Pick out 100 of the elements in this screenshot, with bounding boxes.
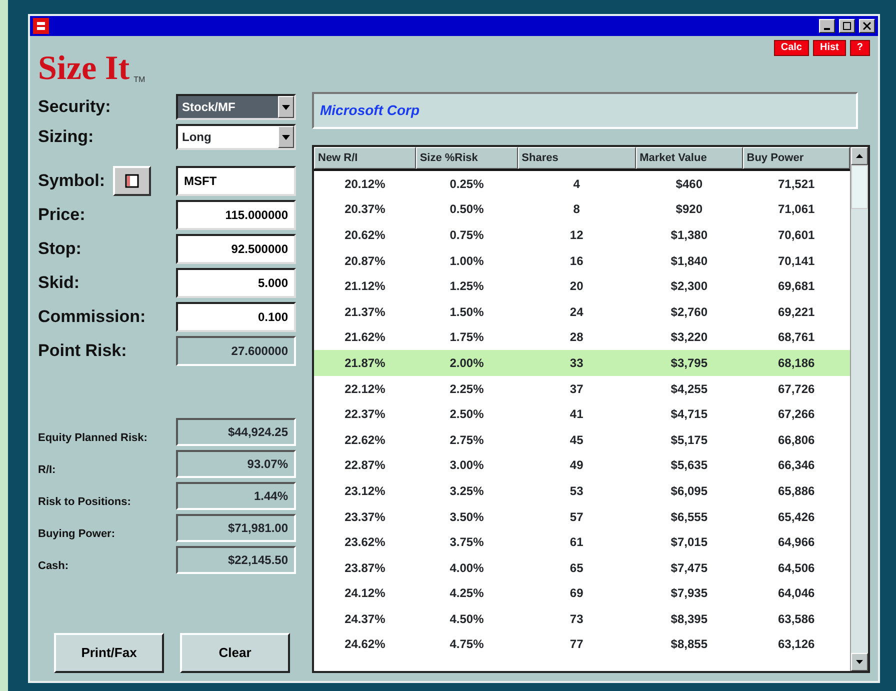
table-row[interactable]: 24.12% 4.25% 69 $7,935 64,046 [314, 580, 850, 606]
table-cell-text: 16 [568, 252, 584, 270]
table-cell-text: 37 [568, 380, 584, 398]
toolbar-button[interactable]: Calc [774, 40, 809, 56]
table-row[interactable]: 22.37% 2.50% 41 $4,715 67,266 [314, 401, 850, 427]
table-cell-text: 67,266 [776, 406, 816, 424]
table-cell-text: 2.25% [448, 380, 485, 398]
table-cell-text: 4 [572, 176, 581, 193]
table-cell-text: 68,186 [776, 354, 816, 372]
input-field[interactable]: 0.100 [176, 302, 296, 332]
column-header[interactable]: Size %Risk [416, 147, 518, 169]
table-row[interactable]: 21.37% 1.50% 24 $2,760 69,221 [314, 298, 850, 325]
table-cell-text: $1,840 [670, 252, 708, 270]
table-row[interactable]: 24.37% 4.50% 73 $8,395 63,586 [314, 606, 850, 632]
summary-label: Risk to Positions: [38, 494, 132, 510]
table-cell-text: $3,220 [670, 329, 708, 346]
table-cell-text: 4.50% [448, 610, 485, 628]
table-row[interactable]: 21.62% 1.75% 28 $3,220 68,761 [314, 324, 850, 350]
table-row[interactable]: 21.87% 2.00% 33 $3,795 68,186 [314, 350, 850, 376]
field-label: Stop: [38, 238, 82, 260]
table-cell-text: 2.00% [448, 354, 485, 372]
table-cell-text: 20.37% [344, 201, 386, 218]
table-cell-text: 20 [568, 278, 584, 296]
column-header[interactable]: Market Value [636, 147, 743, 169]
symbol-field[interactable]: MSFT [176, 166, 296, 196]
table-cell-text: 61 [568, 534, 584, 552]
trademark-mark: TM [134, 74, 146, 86]
dropdown-field[interactable]: Long [176, 124, 296, 150]
table-cell-text: 64,966 [776, 534, 816, 552]
summary-label: Cash: [38, 558, 70, 574]
column-header[interactable]: Buy Power [742, 147, 850, 169]
table-cell-text: 49 [568, 457, 584, 474]
table-cell-text: $8,395 [670, 610, 708, 628]
scrollbar[interactable] [850, 147, 868, 671]
column-header[interactable]: Shares [518, 147, 636, 169]
action-button[interactable]: Print/Fax [54, 633, 164, 673]
table-row[interactable]: 20.37% 0.50% 8 $920 71,061 [314, 196, 850, 222]
input-field[interactable]: 5.000 [176, 268, 296, 298]
logo-text: Size It [38, 52, 130, 86]
table-row[interactable]: 23.37% 3.50% 57 $6,555 65,426 [314, 504, 850, 530]
table-cell-text: 1.50% [448, 304, 485, 321]
table-cell-text: 24.37% [344, 610, 386, 628]
table-cell-text: 21.37% [344, 304, 386, 321]
table-cell-text: $8,855 [670, 636, 708, 654]
table-cell-text: 71,521 [776, 176, 816, 193]
table-cell-text: 0.25% [448, 176, 485, 193]
table-cell-text: 21.62% [344, 329, 386, 346]
scroll-down-icon[interactable] [851, 653, 868, 671]
table-cell-text: 24.12% [344, 585, 386, 602]
lookup-button[interactable] [113, 166, 152, 196]
table-cell-text: 65,426 [776, 508, 816, 526]
table-cell-text: 53 [568, 482, 584, 500]
table-cell-text: 8 [572, 201, 581, 218]
table-cell-text: 23.37% [344, 508, 386, 526]
table-row[interactable]: 20.12% 0.25% 4 $460 71,521 [314, 171, 850, 197]
table-cell-text: 1.75% [448, 329, 485, 346]
toolbar-button[interactable]: Hist [812, 40, 846, 56]
table-cell-text: 22.12% [344, 380, 386, 398]
table-cell-text: 12 [568, 226, 584, 244]
summary-value: $71,981.00 [176, 514, 296, 542]
table-row[interactable]: 22.12% 2.25% 37 $4,255 67,726 [314, 376, 850, 402]
table-cell-text: 1.00% [448, 252, 485, 270]
table-cell-text: 41 [568, 406, 584, 424]
table-cell-text: 21.12% [344, 278, 386, 296]
table-row[interactable]: 23.12% 3.25% 53 $6,095 65,886 [314, 478, 850, 504]
table-row[interactable]: 24.62% 4.75% 77 $8,855 63,126 [314, 632, 850, 658]
summary-label: R/I: [38, 462, 57, 478]
table-row[interactable]: 23.87% 4.00% 65 $7,475 64,506 [314, 554, 850, 580]
action-button[interactable]: Clear [180, 633, 290, 673]
table-row[interactable]: 20.87% 1.00% 16 $1,840 70,141 [314, 248, 850, 274]
field-label: Skid: [38, 272, 80, 294]
value-readout: 27.600000 [176, 336, 296, 366]
summary-value: 93.07% [176, 450, 296, 478]
table-cell-text: 3.75% [448, 534, 485, 552]
scroll-thumb[interactable] [851, 165, 868, 209]
minimize-icon [824, 28, 830, 30]
close-button[interactable] [859, 19, 875, 33]
table-cell-text: 69,681 [776, 278, 816, 296]
input-field[interactable]: 115.000000 [176, 200, 296, 230]
input-field[interactable]: 92.500000 [176, 234, 296, 264]
table-row[interactable]: 22.87% 3.00% 49 $5,635 66,346 [314, 452, 850, 478]
scroll-up-icon[interactable] [851, 147, 868, 165]
maximize-button[interactable] [839, 19, 855, 33]
table-cell-text: 22.87% [344, 457, 386, 474]
table-row[interactable]: 20.62% 0.75% 12 $1,380 70,601 [314, 222, 850, 248]
table-row[interactable]: 23.62% 3.75% 61 $7,015 64,966 [314, 529, 850, 555]
table-row[interactable]: 22.62% 2.75% 45 $5,175 66,806 [314, 426, 850, 453]
minimize-button[interactable] [819, 19, 835, 33]
app-icon [33, 18, 49, 34]
toolbar-button[interactable]: ? [850, 40, 870, 56]
table-cell-text: $7,015 [670, 534, 708, 552]
table-cell-text: 45 [568, 432, 584, 449]
table-row[interactable]: 21.12% 1.25% 20 $2,300 69,681 [314, 273, 850, 299]
table-cell-text: $4,255 [670, 380, 708, 398]
field-label: Commission: [38, 306, 146, 328]
column-header[interactable]: New R/I [314, 147, 416, 169]
table-cell-text: $5,635 [670, 457, 708, 474]
table-cell-text: 4.25% [448, 585, 485, 602]
dropdown-field[interactable]: Stock/MF [176, 94, 296, 120]
table-cell-text: 67,726 [776, 380, 816, 398]
